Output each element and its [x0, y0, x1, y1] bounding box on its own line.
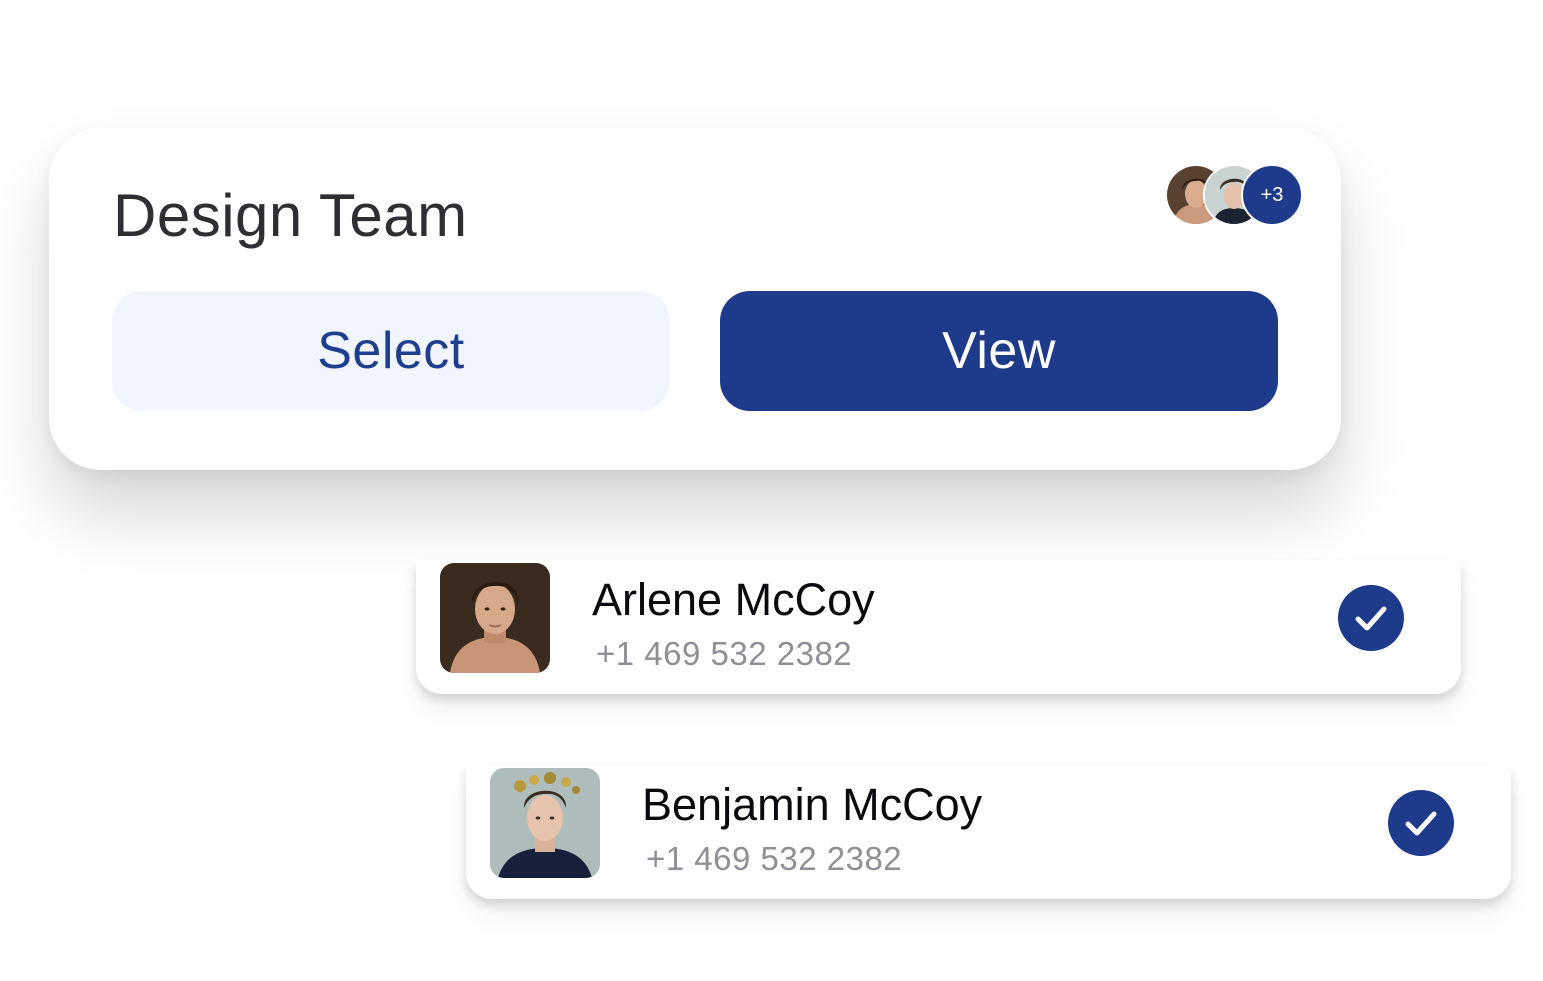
team-card: Design Team +3 Select View: [49, 128, 1341, 470]
contact-avatar: [440, 563, 550, 673]
contact-name: Benjamin McCoy: [642, 779, 983, 830]
app-canvas: Design Team +3 Select View Arlene McCoy …: [0, 0, 1543, 981]
selected-check-icon[interactable]: [1338, 585, 1404, 651]
contact-row[interactable]: Benjamin McCoy +1 469 532 2382: [466, 765, 1511, 899]
person-photo-icon: [440, 563, 550, 673]
more-members-badge[interactable]: +3: [1241, 164, 1303, 226]
team-title: Design Team: [113, 182, 468, 249]
person-photo-icon: [490, 768, 600, 878]
view-button[interactable]: View: [720, 291, 1278, 411]
member-avatar-stack[interactable]: +3: [1165, 164, 1305, 226]
contact-phone: +1 469 532 2382: [596, 635, 853, 672]
contact-name: Arlene McCoy: [592, 574, 875, 625]
select-button[interactable]: Select: [112, 291, 670, 411]
selected-check-icon[interactable]: [1388, 790, 1454, 856]
contact-phone: +1 469 532 2382: [646, 840, 903, 877]
contact-avatar: [490, 768, 600, 878]
contact-row[interactable]: Arlene McCoy +1 469 532 2382: [416, 560, 1461, 694]
